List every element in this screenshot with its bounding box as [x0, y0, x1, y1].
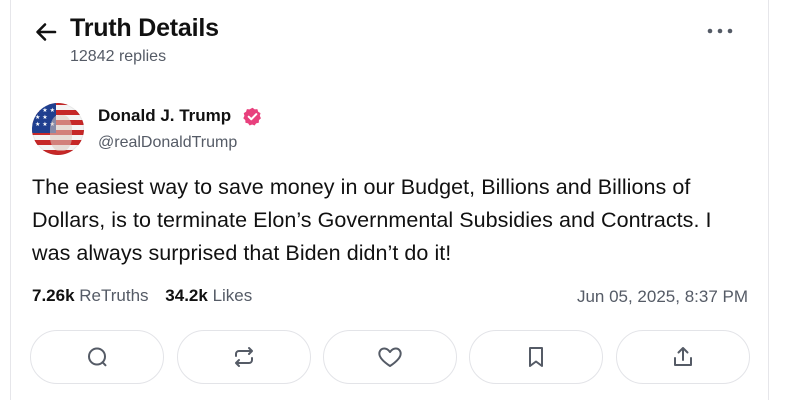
page-title: Truth Details — [70, 14, 219, 42]
right-divider — [768, 0, 769, 400]
avatar[interactable]: ★ ★ ★ ★ ★ ★ ★ ★ — [32, 103, 84, 155]
reply-icon — [85, 345, 109, 369]
author-handle[interactable]: @realDonaldTrump — [98, 134, 237, 152]
left-divider — [10, 0, 11, 400]
retruth-button[interactable] — [177, 330, 311, 384]
likes-stat[interactable]: 34.2k Likes — [165, 286, 252, 306]
more-horizontal-icon — [707, 28, 733, 34]
more-options-button[interactable] — [705, 22, 735, 40]
post-body: The easiest way to save money in our Bud… — [32, 175, 712, 265]
heart-icon — [377, 345, 403, 369]
reply-button[interactable] — [30, 330, 164, 384]
bookmark-icon — [525, 345, 547, 369]
action-bar — [30, 330, 752, 384]
bookmark-button[interactable] — [469, 330, 603, 384]
retruths-stat[interactable]: 7.26k ReTruths — [32, 286, 149, 306]
back-button[interactable] — [32, 18, 60, 46]
retruths-label: ReTruths — [79, 286, 149, 305]
likes-label: Likes — [212, 286, 253, 305]
share-button[interactable] — [616, 330, 750, 384]
verified-badge-icon — [243, 107, 262, 126]
share-icon — [671, 345, 695, 369]
retruth-icon — [232, 345, 256, 369]
retruths-count: 7.26k — [32, 286, 75, 305]
author-name[interactable]: Donald J. Trump — [98, 106, 231, 126]
likes-count: 34.2k — [165, 286, 208, 305]
like-button[interactable] — [323, 330, 457, 384]
arrow-left-icon — [35, 22, 57, 42]
post-timestamp: Jun 05, 2025, 8:37 PM — [576, 287, 748, 306]
reply-count: 12842 replies — [70, 48, 167, 65]
post-stats: 7.26k ReTruths 34.2k Likes — [32, 286, 252, 306]
avatar-face — [50, 115, 72, 151]
